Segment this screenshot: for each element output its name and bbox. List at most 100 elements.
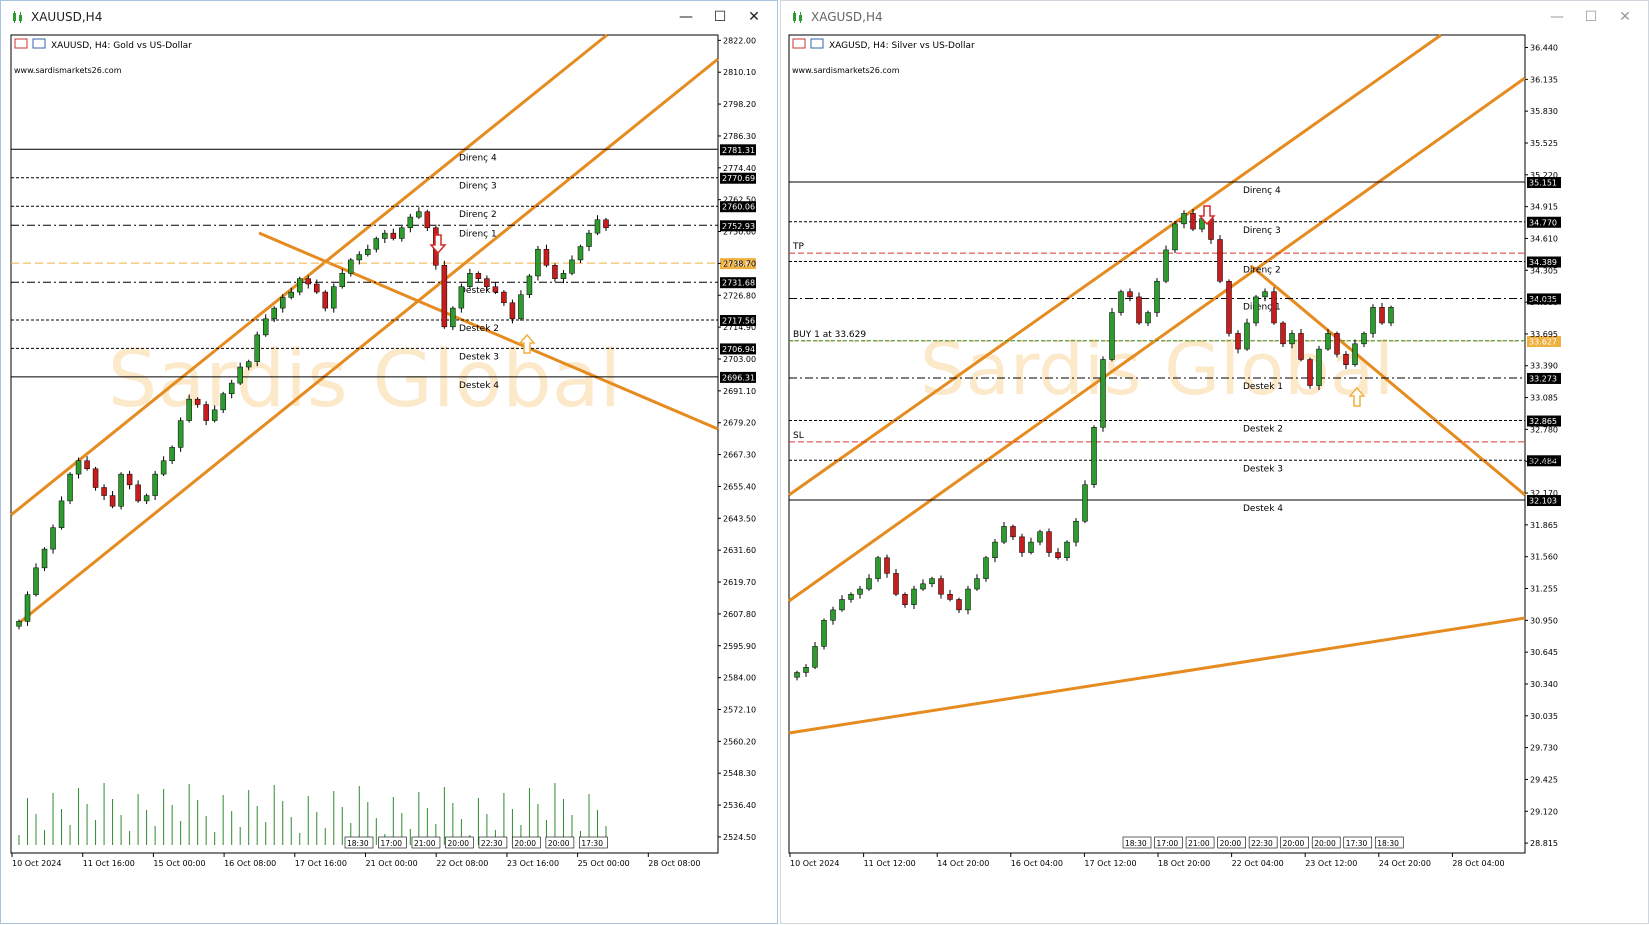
sl-label: SL (793, 431, 804, 441)
price-axis-label: 36.440 (1530, 44, 1558, 53)
candle-body (441, 265, 448, 328)
candle-body (177, 420, 184, 448)
price-axis-label: 35.525 (1530, 139, 1558, 148)
candle-body (543, 248, 550, 266)
price-axis-label: 2631.60 (723, 546, 756, 555)
time-axis-label: 23 Oct 16:00 (507, 859, 559, 868)
candle-body (956, 599, 962, 611)
price-axis-label: 2810.10 (723, 68, 756, 77)
price-axis-label: 30.340 (1530, 680, 1558, 689)
time-axis-label: 22 Oct 08:00 (436, 859, 488, 868)
candle-body (1154, 280, 1160, 313)
candle-body (929, 578, 935, 585)
candle-body (1262, 291, 1268, 298)
time-axis-label: 28 Oct 08:00 (648, 859, 700, 868)
price-axis-label: 2595.90 (723, 642, 756, 651)
candle-body (911, 588, 917, 605)
price-axis-label: 36.135 (1530, 75, 1558, 84)
candle-body (296, 278, 303, 293)
price-axis-label: 33.085 (1530, 394, 1558, 403)
price-axis-label: 29.730 (1530, 744, 1558, 753)
candle-body (1082, 484, 1088, 522)
price-axis-label: 2679.20 (723, 419, 756, 428)
price-axis-label: 31.255 (1530, 585, 1558, 594)
level-label: Direnç 1 (459, 229, 497, 239)
price-axis-label: 2536.40 (723, 801, 756, 810)
candle-body (848, 593, 854, 600)
candle-body (992, 541, 998, 558)
candle-body (492, 286, 499, 293)
chart-header: XAUUSD, H4: Gold vs US-Dollar (51, 41, 192, 51)
price-axis-label: 33.390 (1530, 362, 1558, 371)
candle-body (974, 578, 980, 590)
price-axis-label: 2572.10 (723, 705, 756, 714)
xauusd-chart-window[interactable]: XAUUSD,H4 — ☐ ✕ XAUUSD, H4: Gold vs US-D… (0, 0, 778, 924)
candle-body (203, 404, 209, 421)
chart-type-icon (810, 38, 824, 49)
candle-body (518, 294, 524, 320)
candle-body (1316, 348, 1322, 386)
candle-body (262, 318, 269, 336)
candle-body (920, 583, 926, 590)
candle-body (467, 273, 473, 287)
candle-body (331, 286, 337, 309)
price-axis-label: 2762.50 (723, 196, 756, 205)
candle-body (1181, 213, 1187, 225)
time-axis-label: 21 Oct 00:00 (366, 859, 418, 868)
session-label: 22:30 (1251, 839, 1273, 848)
candle-body (348, 259, 354, 274)
candle-body (947, 593, 953, 600)
candle-body (314, 283, 320, 293)
candle-body (1100, 359, 1106, 428)
candle-body (1055, 552, 1061, 558)
level-label: Direnç 3 (1243, 226, 1281, 236)
chart-type-icon (32, 38, 46, 49)
candle-body (475, 273, 482, 279)
candle-body (365, 248, 371, 255)
candle-body (983, 557, 989, 579)
candle-body (109, 495, 116, 507)
xagusd-chart-canvas[interactable]: XAGUSD, H4: Silver vs US-Dollar www.sardi… (781, 1, 1649, 925)
price-axis-label: 35.220 (1530, 171, 1558, 180)
price-axis-label: 2774.40 (723, 164, 756, 173)
xauusd-chart-canvas[interactable]: XAUUSD, H4: Gold vs US-Dollar www.sardism… (1, 1, 779, 925)
candle-body (839, 599, 845, 611)
price-tag-text: 2696.31 (722, 373, 755, 382)
candle-body (1028, 541, 1034, 553)
session-label: 20:00 (1314, 839, 1336, 848)
price-axis-label: 30.645 (1530, 648, 1558, 657)
candle-body (965, 588, 971, 611)
candle-body (322, 291, 329, 309)
level-label: Destek 4 (1243, 504, 1283, 514)
xagusd-chart-window[interactable]: XAGUSD,H4 — ☐ ✕ XAGUSD, H4: Silver vs US… (780, 0, 1649, 924)
candle-body (41, 548, 48, 569)
price-axis-label: 2822.00 (723, 36, 756, 45)
candle-body (1361, 333, 1367, 345)
candle-body (484, 278, 490, 287)
price-axis-label: 2714.90 (723, 323, 756, 332)
level-label: Destek 2 (1243, 425, 1283, 435)
session-label: 20:00 (514, 839, 536, 848)
candle-body (884, 557, 890, 574)
candle-body (526, 275, 533, 295)
candle-body (118, 473, 124, 507)
candle-body (356, 254, 363, 261)
candle-body (1307, 359, 1313, 386)
candle-body (1343, 354, 1349, 365)
time-axis-label: 16 Oct 08:00 (224, 859, 276, 868)
price-axis-label: 30.950 (1530, 616, 1558, 625)
price-tag-text: 2731.68 (722, 279, 755, 288)
candle-body (1046, 531, 1052, 553)
level-label: Direnç 2 (459, 210, 497, 220)
price-axis-label: 2584.00 (723, 674, 756, 683)
price-axis-label: 2703.00 (723, 355, 756, 364)
candle-body (875, 557, 881, 579)
session-label: 21:00 (1188, 839, 1210, 848)
price-axis-label: 30.035 (1530, 712, 1558, 721)
price-axis-label: 35.830 (1530, 107, 1558, 116)
candle-body (24, 594, 31, 622)
candle-body (1019, 536, 1025, 553)
candle-body (143, 495, 150, 502)
time-axis-label: 14 Oct 20:00 (937, 859, 989, 868)
time-axis-label: 10 Oct 2024 (790, 859, 839, 868)
